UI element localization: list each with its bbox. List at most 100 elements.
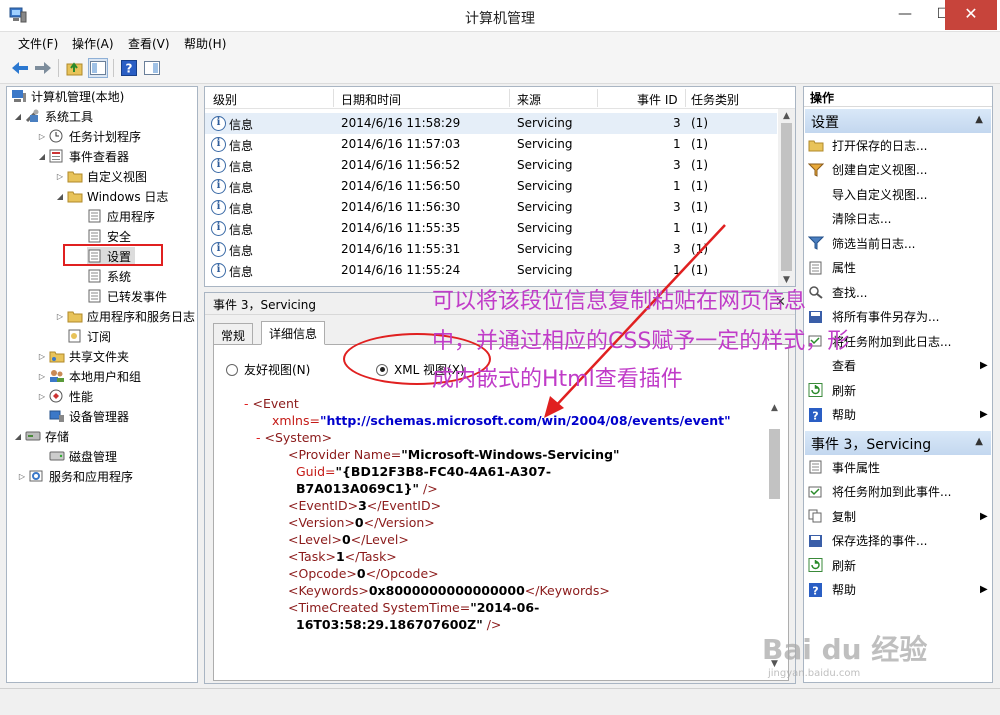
collapsed-arrow-icon[interactable]: ▷ [55,172,65,181]
actions-section-event[interactable]: 事件 3，Servicing ▲ [805,431,991,455]
menu-file[interactable]: 文件(F) [18,35,58,52]
tree-node-shared-folders[interactable]: ▷ 共享文件夹 [37,347,129,365]
column-separator[interactable] [597,89,598,107]
cell-source: Servicing [517,116,573,130]
actions-section-setup[interactable]: 设置 ▲ [805,109,991,133]
action-view[interactable]: 查看 ▶ [808,356,988,376]
expanded-arrow-icon[interactable]: ◢ [55,192,65,201]
column-header-event-id[interactable]: 事件 ID [637,91,678,108]
xml-scroll-thumb[interactable] [769,429,780,499]
tab-details[interactable]: 详细信息 [261,321,326,345]
tree-node-event-viewer[interactable]: ◢ 事件查看器 [37,147,129,165]
tree-node-application[interactable]: 应用程序 [87,207,155,225]
show-action-pane-icon[interactable] [142,58,162,78]
action-open-saved-log[interactable]: 打开保存的日志... [808,135,988,155]
expanded-arrow-icon[interactable]: ◢ [37,152,47,161]
xml-viewer[interactable]: - <Event xmlns="http://schemas.microsoft… [234,396,784,678]
collapse-arrow-icon[interactable]: ▲ [975,436,983,447]
collapsed-arrow-icon[interactable]: ▷ [55,312,65,321]
action-help-event[interactable]: ? 帮助 ▶ [808,580,988,600]
back-arrow-icon[interactable] [10,58,30,78]
forward-arrow-icon[interactable] [33,58,53,78]
column-header-source[interactable]: 来源 [517,91,541,108]
event-list-scrollbar[interactable]: ▲ ▼ [778,109,795,286]
table-row[interactable]: i 信息 2014/6/16 11:56:30 Servicing 3 (1) [205,197,777,218]
tree-node-root[interactable]: 计算机管理(本地) [11,87,124,105]
collapsed-arrow-icon[interactable]: ▷ [17,472,27,481]
refresh-event-icon [808,558,824,572]
tree-node-custom-views[interactable]: ▷ 自定义视图 [55,167,147,185]
svg-text:?: ? [812,409,818,422]
tree-node-apps-services-logs[interactable]: ▷ 应用程序和服务日志 [55,307,195,325]
action-save-selected-events[interactable]: 保存选择的事件... [808,531,988,551]
action-save-all-events-as[interactable]: 将所有事件另存为... [808,307,988,327]
tree-node-subscriptions[interactable]: 订阅 [67,327,111,345]
scroll-down-icon[interactable]: ▼ [778,273,795,286]
action-import-custom-view[interactable]: 导入自定义视图... [808,184,988,204]
cell-level: 信息 [229,265,254,279]
tree-node-local-users[interactable]: ▷ 本地用户和组 [37,367,141,385]
collapsed-arrow-icon[interactable]: ▷ [37,352,47,361]
column-separator[interactable] [509,89,510,107]
show-tree-icon[interactable] [88,58,108,78]
tree-node-disk-management[interactable]: 磁盘管理 [49,447,117,465]
tree-node-windows-logs[interactable]: ◢ Windows 日志 [55,187,168,205]
svg-text:?: ? [812,584,818,597]
tree-node-task-scheduler[interactable]: ▷ 任务计划程序 [37,127,141,145]
help-icon[interactable]: ? [119,58,139,78]
action-clear-log[interactable]: 清除日志... [808,209,988,229]
users-icon [49,369,65,383]
tab-general[interactable]: 常规 [213,323,254,345]
collapsed-arrow-icon[interactable]: ▷ [37,132,47,141]
collapsed-arrow-icon[interactable]: ▷ [37,392,47,401]
tree-node-services-apps[interactable]: ▷ 服务和应用程序 [17,467,133,485]
action-help[interactable]: ? 帮助 ▶ [808,405,988,425]
menu-action[interactable]: 操作(A) [72,35,114,52]
collapsed-arrow-icon[interactable]: ▷ [37,372,47,381]
event-list-scroll-thumb[interactable] [781,123,792,271]
action-refresh[interactable]: 刷新 [808,380,988,400]
column-header-level[interactable]: 级别 [213,91,237,108]
storage-icon [25,429,41,443]
action-copy[interactable]: 复制 ▶ [808,506,988,526]
tree-node-storage[interactable]: ◢ 存储 [13,427,69,445]
tree-node-system[interactable]: 系统 [87,267,131,285]
table-row[interactable]: i 信息 2014/6/16 11:56:52 Servicing 3 (1) [205,155,777,176]
action-filter-current-log[interactable]: 筛选当前日志... [808,233,988,253]
column-separator[interactable] [333,89,334,107]
tree-node-performance[interactable]: ▷ 性能 [37,387,93,405]
window-title: 计算机管理 [465,11,535,27]
tree-node-system-tools[interactable]: ◢ 系统工具 [13,107,93,125]
expanded-arrow-icon[interactable]: ◢ [13,112,23,121]
collapse-arrow-icon[interactable]: ▲ [975,114,983,125]
tree-node-device-manager[interactable]: 设备管理器 [49,407,129,425]
action-event-properties[interactable]: 事件属性 [808,457,988,477]
action-properties[interactable]: 属性 [808,258,988,278]
expanded-arrow-icon[interactable]: ◢ [13,432,23,441]
friendly-view-radio[interactable]: 友好视图(N) [226,361,310,378]
annotation-line-1: 可以将该段位信息复制粘贴在网页信息 [432,289,807,314]
info-icon: i [211,221,226,236]
table-row[interactable]: i 信息 2014/6/16 11:56:50 Servicing 1 (1) [205,176,777,197]
action-attach-task-to-event[interactable]: 将任务附加到此事件... [808,482,988,502]
cell-level: 信息 [229,160,254,174]
scroll-up-icon[interactable]: ▲ [766,401,783,415]
action-find[interactable]: 查找... [808,282,988,302]
menu-view[interactable]: 查看(V) [128,35,170,52]
menu-help[interactable]: 帮助(H) [184,35,226,52]
scroll-up-icon[interactable]: ▲ [778,109,795,123]
action-create-custom-view[interactable]: 创建自定义视图... [808,160,988,180]
close-button[interactable]: ✕ [945,0,997,30]
column-header-datetime[interactable]: 日期和时间 [341,91,401,108]
column-separator[interactable] [685,89,686,107]
tree-node-forwarded-events[interactable]: 已转发事件 [87,287,167,305]
cell-level: 信息 [229,202,254,216]
table-row[interactable]: i 信息 2014/6/16 11:58:29 Servicing 3 (1) [205,113,777,134]
info-icon: i [211,137,226,152]
table-row[interactable]: i 信息 2014/6/16 11:57:03 Servicing 1 (1) [205,134,777,155]
column-header-category[interactable]: 任务类别 [691,91,739,108]
action-refresh-event[interactable]: 刷新 [808,555,988,575]
tree-node-security[interactable]: 安全 [87,227,131,245]
up-folder-icon[interactable] [65,58,85,78]
xml-line: B7A013A069C1}" /> [296,481,438,496]
